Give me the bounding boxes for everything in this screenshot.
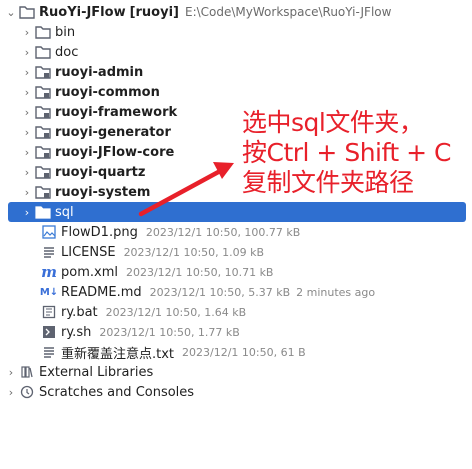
annotation-line-1: 选中sql文件夹， <box>242 108 424 137</box>
annotation-line-2: 按Ctrl + Shift + C <box>242 138 451 167</box>
annotation-arrow <box>138 162 234 217</box>
annotation-line-3: 复制文件夹路径 <box>242 168 414 197</box>
annotation-text: 选中sql文件夹， 按Ctrl + Shift + C 复制文件夹路径 <box>242 108 470 198</box>
